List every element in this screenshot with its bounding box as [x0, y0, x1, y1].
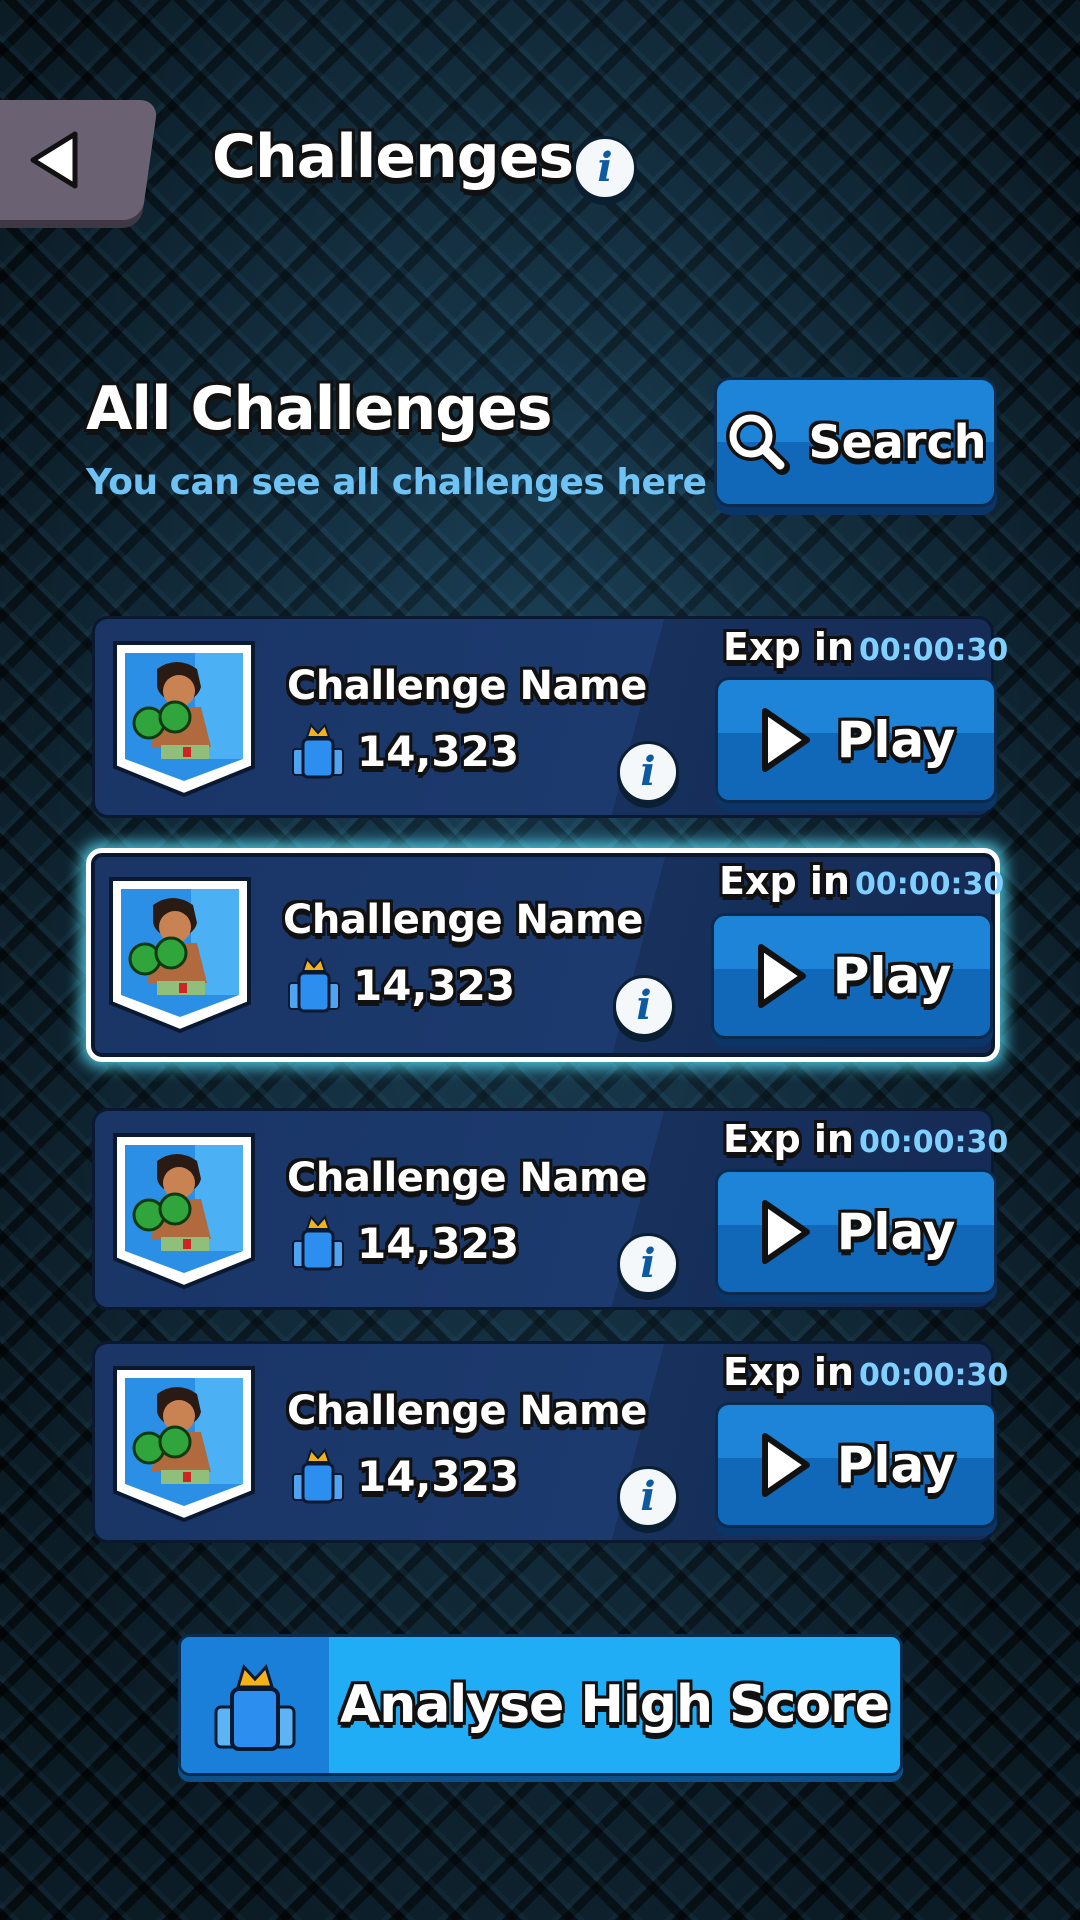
exp-timer: 00:00:30: [855, 867, 1005, 902]
trophy-crown-icon: [292, 723, 344, 779]
back-arrow-icon: [30, 131, 78, 189]
play-icon: [757, 944, 806, 1008]
play-label: Play: [836, 711, 956, 769]
analyse-label: Analyse High Score: [340, 1675, 890, 1735]
back-button[interactable]: [0, 100, 159, 220]
analyse-icon-panel: [181, 1637, 329, 1773]
analyse-high-score-button[interactable]: Analyse High Score: [178, 1634, 903, 1776]
boxer-avatar-icon: [109, 877, 251, 1034]
exp-label: Exp in: [723, 625, 854, 669]
play-button[interactable]: Play: [715, 1402, 997, 1528]
challenge-card[interactable]: Challenge Name 14,323 i Exp in 00:00:30 …: [92, 1108, 1008, 1310]
challenge-card[interactable]: Challenge Name 14,323 i Exp in 00:00:30 …: [92, 616, 1008, 818]
trophy-crown-icon: [288, 957, 340, 1013]
exp-timer: 00:00:30: [859, 1125, 1009, 1160]
exp-label: Exp in: [723, 1117, 854, 1161]
challenge-name: Challenge Name: [287, 1388, 647, 1434]
play-button[interactable]: Play: [715, 1169, 997, 1295]
challenge-score: 14,323: [357, 1452, 520, 1501]
play-label: Play: [832, 947, 952, 1005]
play-label: Play: [836, 1436, 956, 1494]
play-icon: [761, 708, 810, 772]
challenge-info-icon[interactable]: i: [613, 975, 675, 1037]
exp-timer: 00:00:30: [859, 1358, 1009, 1393]
boxer-avatar-icon: [113, 1366, 255, 1523]
challenge-card[interactable]: Challenge Name 14,323 i Exp in 00:00:30 …: [92, 1341, 1008, 1543]
challenge-info-icon[interactable]: i: [617, 1233, 679, 1295]
play-label: Play: [836, 1203, 956, 1261]
play-button[interactable]: Play: [711, 913, 993, 1039]
trophy-crown-icon: [214, 1664, 296, 1751]
boxer-avatar-icon: [113, 641, 255, 798]
trophy-crown-icon: [292, 1448, 344, 1504]
search-label: Search: [808, 415, 987, 469]
exp-label: Exp in: [723, 1350, 854, 1394]
page-title: Challenges: [212, 122, 574, 192]
section-title: All Challenges: [86, 374, 553, 444]
play-icon: [761, 1433, 810, 1497]
challenge-score: 14,323: [357, 1219, 520, 1268]
search-button[interactable]: Search: [714, 377, 997, 507]
challenge-name: Challenge Name: [283, 897, 643, 943]
challenge-score: 14,323: [353, 961, 516, 1010]
search-icon: [726, 411, 791, 475]
challenge-name: Challenge Name: [287, 663, 647, 709]
challenge-card[interactable]: Challenge Name 14,323 i Exp in 00:00:30 …: [86, 848, 1004, 1062]
play-icon: [761, 1200, 810, 1264]
play-button[interactable]: Play: [715, 677, 997, 803]
section-subtitle: You can see all challenges here: [86, 462, 707, 503]
challenge-info-icon[interactable]: i: [617, 1466, 679, 1528]
challenge-info-icon[interactable]: i: [617, 741, 679, 803]
exp-label: Exp in: [719, 859, 850, 903]
trophy-crown-icon: [292, 1215, 344, 1271]
boxer-avatar-icon: [113, 1133, 255, 1290]
challenge-score: 14,323: [357, 727, 520, 776]
challenge-name: Challenge Name: [287, 1155, 647, 1201]
header-info-icon[interactable]: i: [573, 136, 637, 200]
exp-timer: 00:00:30: [859, 633, 1009, 668]
